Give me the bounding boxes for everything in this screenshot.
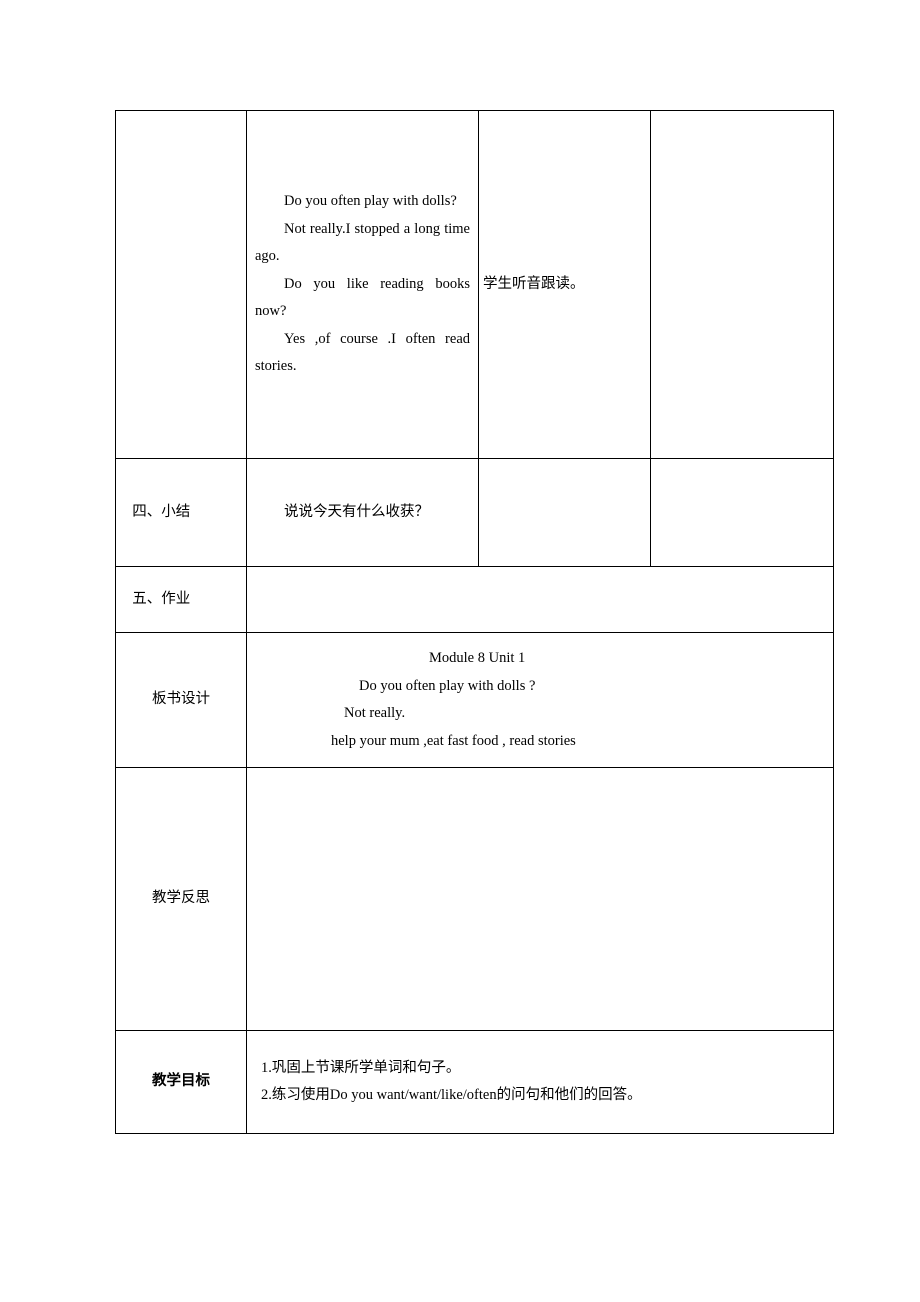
row1-label-cell [116,111,247,459]
dialogue-line: Do you like reading books now? [255,271,470,326]
board-line: Module 8 Unit 1 [259,645,821,673]
row1-empty-cell [651,111,834,459]
dialogue-line: Not really.I stopped a long time ago. [255,216,470,271]
summary-empty1 [479,459,651,567]
reflection-content-cell [247,768,834,1031]
lesson-plan-table: Do you often play with dolls? Not really… [115,110,834,1134]
table-row: Do you often play with dolls? Not really… [116,111,834,459]
summary-content-cell: 说说今天有什么收获？ [247,459,479,567]
board-line: Do you often play with dolls ? [259,673,821,701]
reflection-label-cell: 教学反思 [116,768,247,1031]
board-design-label-cell: 板书设计 [116,633,247,768]
summary-label-cell: 四、小结 [116,459,247,567]
summary-empty2 [651,459,834,567]
table-row: 教学目标 1.巩固上节课所学单词和句子。 2.练习使用Do you want/w… [116,1031,834,1134]
document-page: Do you often play with dolls? Not really… [115,110,833,1134]
table-row: 板书设计 Module 8 Unit 1 Do you often play w… [116,633,834,768]
objective-label-cell: 教学目标 [116,1031,247,1134]
board-line: help your mum ,eat fast food , read stor… [259,728,821,756]
table-row: 教学反思 [116,768,834,1031]
homework-label-cell: 五、作业 [116,567,247,633]
summary-content: 说说今天有什么收获？ [251,497,474,529]
homework-content-cell [247,567,834,633]
homework-label: 五、作业 [132,586,230,614]
table-row: 四、小结 说说今天有什么收获？ [116,459,834,567]
dialogue-line: Yes ,of course .I often read stories. [255,326,470,381]
summary-label: 四、小结 [132,499,230,527]
objective-line: 2.练习使用Do you want/want/like/often的问句和他们的… [261,1082,819,1110]
objective-content: 1.巩固上节课所学单词和句子。 2.练习使用Do you want/want/l… [251,1049,829,1116]
table-row: 五、作业 [116,567,834,633]
reflection-label: 教学反思 [152,890,210,906]
row1-note-cell: 学生听音跟读。 [479,111,651,459]
row1-content-cell: Do you often play with dolls? Not really… [247,111,479,459]
board-line: Not really. [259,700,821,728]
objective-line: 1.巩固上节课所学单词和句子。 [261,1055,819,1083]
objective-label: 教学目标 [152,1073,210,1089]
dialogue-line: Do you often play with dolls? [255,188,470,216]
board-design-content-cell: Module 8 Unit 1 Do you often play with d… [247,633,834,768]
student-note: 学生听音跟读。 [483,271,646,299]
board-design-label: 板书设计 [152,691,210,707]
board-design-content: Module 8 Unit 1 Do you often play with d… [251,641,829,759]
objective-content-cell: 1.巩固上节课所学单词和句子。 2.练习使用Do you want/want/l… [247,1031,834,1134]
dialogue-block: Do you often play with dolls? Not really… [251,186,474,383]
